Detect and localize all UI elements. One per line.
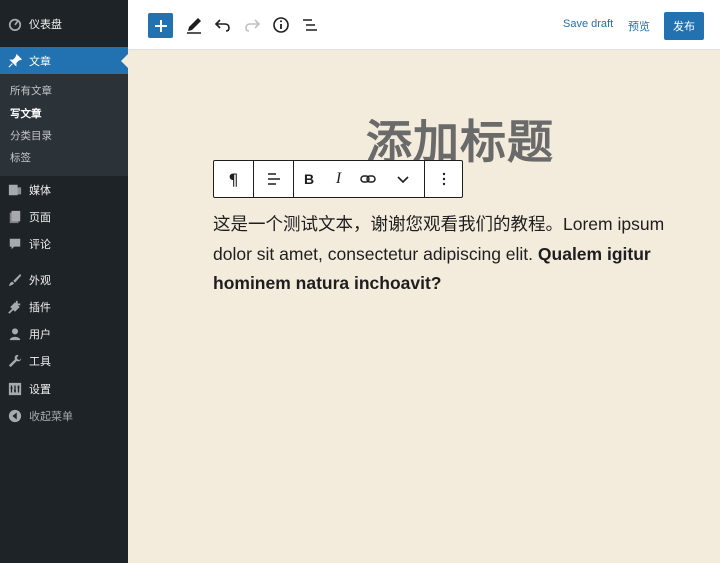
more-vertical-icon <box>442 172 446 186</box>
settings-icon <box>8 382 22 396</box>
pencil-icon <box>187 18 201 34</box>
link-icon <box>359 175 376 183</box>
collapse-menu-button[interactable]: 收起菜单 <box>0 402 128 430</box>
menu-label: 媒体 <box>29 184 51 197</box>
list-view-icon <box>303 19 317 31</box>
paragraph-icon: ¶ <box>228 169 239 189</box>
publish-button[interactable]: 发布 <box>664 12 704 40</box>
italic-button[interactable]: I <box>324 161 353 197</box>
menu-item-dashboard[interactable]: 仪表盘 <box>0 10 128 38</box>
block-toolbar: ¶ B I <box>213 160 463 198</box>
wrench-icon <box>8 354 22 368</box>
undo-icon <box>214 19 230 32</box>
submenu-new-post[interactable]: 写文章 <box>10 105 42 123</box>
comment-icon <box>8 237 22 251</box>
menu-item-posts[interactable]: 文章 <box>0 47 128 75</box>
submenu-categories[interactable]: 分类目录 <box>10 127 52 145</box>
menu-label: 仪表盘 <box>29 18 62 31</box>
menu-item-settings[interactable]: 设置 <box>0 375 128 403</box>
user-icon <box>8 327 22 341</box>
menu-item-media[interactable]: 媒体 <box>0 176 128 204</box>
paragraph-block[interactable]: 这是一个测试文本，谢谢您观看我们的教程。Lorem ipsum dolor si… <box>213 210 693 299</box>
list-view-button[interactable] <box>298 13 322 37</box>
link-button[interactable] <box>353 161 382 197</box>
preview-button[interactable]: 预览 <box>628 18 650 34</box>
chevron-down-icon <box>397 176 409 184</box>
plus-icon <box>154 19 167 32</box>
menu-item-comments[interactable]: 评论 <box>0 230 128 258</box>
format-group: B I <box>294 161 425 197</box>
align-left-icon <box>267 173 280 185</box>
submenu-tags[interactable]: 标签 <box>10 149 31 167</box>
dashboard-icon <box>8 17 22 31</box>
bold-button[interactable]: B <box>294 161 324 197</box>
active-indicator <box>121 54 128 68</box>
menu-item-pages[interactable]: 页面 <box>0 203 128 231</box>
save-draft-button[interactable]: Save draft <box>563 18 613 30</box>
more-formats-button[interactable] <box>382 161 424 197</box>
block-options-button[interactable] <box>425 161 463 197</box>
options-group <box>425 161 463 197</box>
undo-button[interactable] <box>211 13 235 37</box>
pin-icon <box>8 54 22 68</box>
paragraph-block-button[interactable]: ¶ <box>214 161 253 197</box>
menu-label: 外观 <box>29 274 51 287</box>
menu-label: 页面 <box>29 211 51 224</box>
menu-label: 文章 <box>29 55 51 68</box>
details-button[interactable] <box>269 13 293 37</box>
menu-label: 收起菜单 <box>29 410 73 423</box>
submenu-all-posts[interactable]: 所有文章 <box>10 82 52 100</box>
menu-label: 用户 <box>29 328 51 341</box>
tools-button[interactable] <box>182 13 206 37</box>
info-icon <box>273 17 289 33</box>
block-type-group: ¶ <box>214 161 254 197</box>
posts-submenu: 所有文章 写文章 分类目录 标签 <box>0 74 128 176</box>
align-button[interactable] <box>254 161 293 197</box>
menu-label: 设置 <box>29 383 51 396</box>
menu-item-users[interactable]: 用户 <box>0 320 128 348</box>
collapse-arrow-icon <box>8 409 22 423</box>
redo-button[interactable] <box>240 13 264 37</box>
admin-sidebar: 仪表盘 文章 所有文章 写文章 分类目录 标签 媒体 页面 评论 外观 插件 用… <box>0 0 128 563</box>
menu-item-plugins[interactable]: 插件 <box>0 293 128 321</box>
menu-label: 工具 <box>29 355 51 368</box>
plugin-icon <box>8 300 22 314</box>
menu-label: 评论 <box>29 238 51 251</box>
pages-icon <box>8 210 22 224</box>
media-icon <box>8 183 22 197</box>
brush-icon <box>8 273 22 287</box>
menu-label: 插件 <box>29 301 51 314</box>
menu-item-tools[interactable]: 工具 <box>0 347 128 375</box>
editor-top-toolbar: Save draft 预览 发布 <box>128 0 720 50</box>
align-group <box>254 161 294 197</box>
redo-icon <box>245 19 261 32</box>
menu-item-appearance[interactable]: 外观 <box>0 266 128 294</box>
add-block-button[interactable] <box>148 13 173 38</box>
